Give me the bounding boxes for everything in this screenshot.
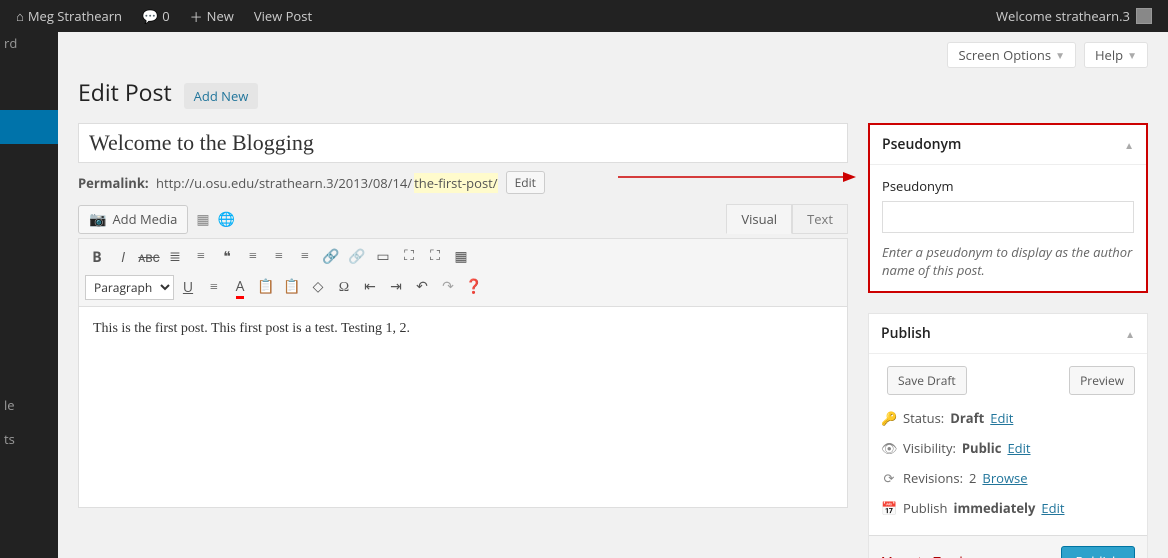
status-label: Status: bbox=[903, 409, 944, 427]
editor-body[interactable]: This is the first post. This first post … bbox=[79, 307, 847, 507]
visibility-label: Visibility: bbox=[903, 439, 956, 457]
sidebar-item-cropped[interactable]: ts bbox=[4, 430, 15, 448]
revisions-value: 2 bbox=[969, 469, 976, 487]
text-color-button[interactable]: A bbox=[228, 276, 252, 300]
browse-revisions-link[interactable]: Browse bbox=[982, 469, 1027, 487]
add-new-button[interactable]: Add New bbox=[184, 83, 259, 109]
fullscreen-button[interactable]: ⛶ bbox=[397, 245, 421, 269]
permalink-base: http://u.osu.edu/strathearn.3/2013/08/14… bbox=[156, 174, 412, 192]
quote-button[interactable]: ❝ bbox=[215, 245, 239, 269]
new-link[interactable]: ＋ New bbox=[182, 7, 242, 26]
pseudonym-label: Pseudonym bbox=[882, 177, 1134, 195]
format-select[interactable]: Paragraph bbox=[85, 275, 174, 300]
indent-button[interactable]: ⇥ bbox=[384, 276, 408, 300]
clear-format-button[interactable]: ◇ bbox=[306, 276, 330, 300]
bold-button[interactable]: B bbox=[85, 245, 109, 269]
admin-topbar: ⌂ Meg Strathearn 💬 0 ＋ New View Post Wel… bbox=[0, 0, 1168, 32]
avatar bbox=[1136, 8, 1152, 24]
revisions-icon: ⟳ bbox=[881, 469, 897, 487]
permalink-label: Permalink: bbox=[78, 174, 149, 192]
align-center-button[interactable]: ≡ bbox=[267, 245, 291, 269]
plus-icon: ＋ bbox=[190, 7, 203, 26]
new-label: New bbox=[207, 7, 234, 25]
italic-button[interactable]: I bbox=[111, 245, 135, 269]
editor-toolbar: B I ᴀʙᴄ ≣ ≡ ❝ ≡ ≡ ≡ 🔗 🔗 ▭ ⛶ bbox=[79, 239, 847, 307]
key-icon: 🔑 bbox=[881, 409, 897, 427]
pseudonym-input[interactable] bbox=[882, 201, 1134, 233]
account-menu[interactable]: Welcome strathearn.3 bbox=[988, 7, 1160, 25]
link-button[interactable]: 🔗 bbox=[319, 245, 343, 269]
special-char-button[interactable]: Ω bbox=[332, 276, 356, 300]
edit-status-link[interactable]: Edit bbox=[990, 409, 1013, 427]
chevron-down-icon: ▼ bbox=[1055, 48, 1065, 62]
content-area: Screen Options ▼ Help ▼ Edit Post Add Ne… bbox=[58, 32, 1168, 558]
editor: B I ᴀʙᴄ ≣ ≡ ❝ ≡ ≡ ≡ 🔗 🔗 ▭ ⛶ bbox=[78, 238, 848, 508]
sidebar-item-active[interactable] bbox=[0, 110, 58, 144]
media-icon: 📷 bbox=[89, 210, 106, 229]
move-to-trash-link[interactable]: Move to Trash bbox=[881, 552, 967, 558]
comments-link[interactable]: 💬 0 bbox=[134, 7, 178, 25]
publish-button[interactable]: Publish bbox=[1061, 546, 1135, 558]
align-right-button[interactable]: ≡ bbox=[293, 245, 317, 269]
save-draft-button[interactable]: Save Draft bbox=[887, 366, 967, 395]
paste-word-button[interactable]: 📋 bbox=[280, 276, 304, 300]
edit-schedule-link[interactable]: Edit bbox=[1041, 499, 1064, 517]
permalink-row: Permalink: http://u.osu.edu/strathearn.3… bbox=[78, 171, 848, 194]
bullet-list-button[interactable]: ≣ bbox=[163, 245, 187, 269]
admin-sidebar: rd le ts bbox=[0, 32, 58, 558]
schedule-value: immediately bbox=[953, 499, 1035, 517]
welcome-text: Welcome strathearn.3 bbox=[996, 7, 1130, 25]
comment-icon: 💬 bbox=[142, 7, 158, 25]
chevron-down-icon: ▼ bbox=[1127, 48, 1137, 62]
add-media-button[interactable]: 📷 Add Media bbox=[78, 205, 188, 234]
tab-visual[interactable]: Visual bbox=[726, 204, 792, 234]
sidebar-item-cropped[interactable]: rd bbox=[4, 34, 17, 52]
paste-text-button[interactable]: 📋 bbox=[254, 276, 278, 300]
status-value: Draft bbox=[950, 409, 984, 427]
site-link[interactable]: ⌂ Meg Strathearn bbox=[8, 7, 130, 25]
pseudonym-panel: Pseudonym ▲ Pseudonym Enter a pseudonym … bbox=[868, 123, 1148, 293]
grid-icon[interactable]: ▦ bbox=[196, 210, 209, 229]
calendar-icon: 📅 bbox=[881, 499, 897, 517]
preview-button[interactable]: Preview bbox=[1069, 366, 1135, 395]
tab-text[interactable]: Text bbox=[792, 204, 848, 234]
comments-count: 0 bbox=[162, 7, 169, 25]
page-title: Edit Post bbox=[78, 76, 172, 108]
site-name: Meg Strathearn bbox=[28, 7, 122, 25]
globe-icon[interactable]: 🌐 bbox=[218, 210, 235, 229]
justify-button[interactable]: ≡ bbox=[202, 276, 226, 300]
undo-button[interactable]: ↶ bbox=[410, 276, 434, 300]
publish-panel: Publish ▲ Save Draft Preview 🔑 Status: D… bbox=[868, 313, 1148, 558]
schedule-label: Publish bbox=[903, 499, 947, 517]
pseudonym-panel-title: Pseudonym bbox=[882, 135, 961, 154]
publish-panel-title: Publish bbox=[881, 324, 931, 343]
view-post-link[interactable]: View Post bbox=[246, 7, 320, 25]
help-button[interactable]: Help ▼ bbox=[1084, 42, 1148, 68]
strike-button[interactable]: ᴀʙᴄ bbox=[137, 245, 161, 269]
edit-visibility-link[interactable]: Edit bbox=[1007, 439, 1030, 457]
distraction-free-button[interactable]: ⛶ bbox=[423, 245, 447, 269]
pseudonym-hint: Enter a pseudonym to display as the auth… bbox=[882, 243, 1134, 279]
home-icon: ⌂ bbox=[16, 7, 24, 25]
edit-permalink-button[interactable]: Edit bbox=[506, 171, 545, 194]
post-title-input[interactable] bbox=[78, 123, 848, 163]
panel-toggle-icon[interactable]: ▲ bbox=[1125, 327, 1135, 341]
outdent-button[interactable]: ⇤ bbox=[358, 276, 382, 300]
kitchen-sink-button[interactable]: ▦ bbox=[449, 245, 473, 269]
permalink-slug: the-first-post/ bbox=[414, 173, 497, 193]
sidebar-item-cropped[interactable]: le bbox=[4, 396, 15, 414]
align-left-button[interactable]: ≡ bbox=[241, 245, 265, 269]
underline-button[interactable]: U bbox=[176, 276, 200, 300]
eye-icon: 👁 bbox=[881, 439, 897, 457]
panel-toggle-icon[interactable]: ▲ bbox=[1124, 138, 1134, 152]
revisions-label: Revisions: bbox=[903, 469, 963, 487]
more-button[interactable]: ▭ bbox=[371, 245, 395, 269]
view-post-label: View Post bbox=[254, 7, 312, 25]
visibility-value: Public bbox=[962, 439, 1002, 457]
redo-button[interactable]: ↷ bbox=[436, 276, 460, 300]
screen-options-button[interactable]: Screen Options ▼ bbox=[947, 42, 1076, 68]
number-list-button[interactable]: ≡ bbox=[189, 245, 213, 269]
unlink-button[interactable]: 🔗 bbox=[345, 245, 369, 269]
help-icon[interactable]: ❓ bbox=[462, 276, 486, 300]
